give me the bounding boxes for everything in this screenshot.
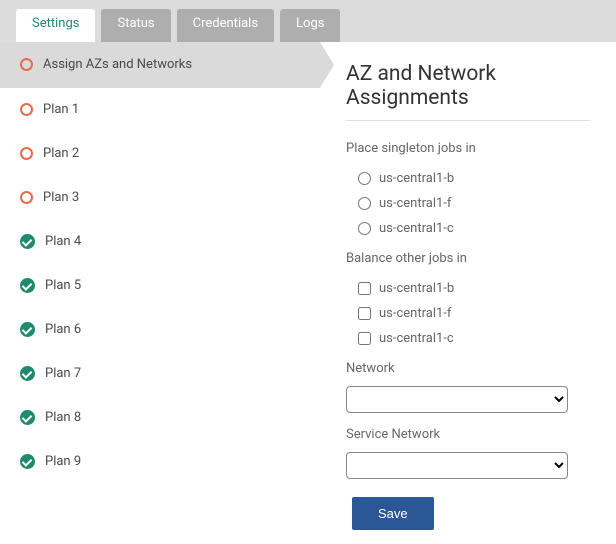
balance-option-label: us-central1-b [379, 281, 454, 296]
sidebar: Assign AZs and Networks Plan 1 Plan 2 Plan … [0, 42, 320, 544]
tab-bar: SettingsStatusCredentialsLogs [0, 0, 616, 42]
check-icon [20, 322, 35, 337]
sidebar-item-label: Plan 4 [45, 234, 81, 249]
balance-option[interactable]: us-central1-b [346, 276, 590, 301]
check-icon [20, 366, 35, 381]
sidebar-item-label: Plan 7 [45, 366, 81, 381]
sidebar-item-label: Plan 6 [45, 322, 81, 337]
singleton-option-label: us-central1-b [379, 171, 454, 186]
circle-icon [20, 58, 33, 71]
sidebar-item-8[interactable]: Plan 8 [0, 396, 320, 440]
network-label: Network [346, 361, 590, 376]
service-network-select[interactable] [346, 452, 568, 479]
sidebar-item-5[interactable]: Plan 5 [0, 264, 320, 308]
check-icon [20, 454, 35, 469]
balance-checkbox[interactable] [358, 332, 371, 345]
singleton-option[interactable]: us-central1-f [346, 191, 590, 216]
singleton-option[interactable]: us-central1-c [346, 216, 590, 241]
network-select[interactable] [346, 386, 568, 413]
sidebar-item-label: Plan 3 [43, 190, 79, 205]
sidebar-item-9[interactable]: Plan 9 [0, 440, 320, 484]
page-title: AZ and Network Assignments [346, 62, 590, 110]
singleton-option-label: us-central1-c [379, 221, 454, 236]
singleton-radio[interactable] [358, 197, 371, 210]
balance-option[interactable]: us-central1-c [346, 326, 590, 351]
sidebar-item-label: Assign AZs and Networks [43, 57, 192, 72]
service-network-label: Service Network [346, 427, 590, 442]
sidebar-item-0[interactable]: Assign AZs and Networks [0, 42, 320, 88]
tab-status[interactable]: Status [101, 9, 170, 42]
balance-checkbox[interactable] [358, 282, 371, 295]
check-icon [20, 410, 35, 425]
save-button[interactable]: Save [352, 497, 434, 530]
sidebar-item-6[interactable]: Plan 6 [0, 308, 320, 352]
sidebar-item-7[interactable]: Plan 7 [0, 352, 320, 396]
divider [346, 120, 590, 121]
tab-logs[interactable]: Logs [280, 9, 340, 42]
singleton-radio[interactable] [358, 172, 371, 185]
check-icon [20, 234, 35, 249]
sidebar-item-label: Plan 9 [45, 454, 81, 469]
balance-option-label: us-central1-f [379, 306, 451, 321]
sidebar-item-label: Plan 1 [43, 102, 79, 117]
sidebar-item-1[interactable]: Plan 1 [0, 88, 320, 132]
sidebar-item-4[interactable]: Plan 4 [0, 220, 320, 264]
balance-checkbox[interactable] [358, 307, 371, 320]
singleton-radio[interactable] [358, 222, 371, 235]
balance-label: Balance other jobs in [346, 251, 590, 266]
circle-icon [20, 191, 33, 204]
singleton-label: Place singleton jobs in [346, 141, 590, 156]
circle-icon [20, 147, 33, 160]
balance-option-label: us-central1-c [379, 331, 454, 346]
tab-settings[interactable]: Settings [16, 9, 95, 42]
main-panel: AZ and Network Assignments Place singlet… [320, 42, 616, 544]
tab-credentials[interactable]: Credentials [177, 9, 274, 42]
singleton-option[interactable]: us-central1-b [346, 166, 590, 191]
circle-icon [20, 103, 33, 116]
check-icon [20, 278, 35, 293]
balance-option[interactable]: us-central1-f [346, 301, 590, 326]
sidebar-item-3[interactable]: Plan 3 [0, 176, 320, 220]
sidebar-item-label: Plan 8 [45, 410, 81, 425]
sidebar-item-2[interactable]: Plan 2 [0, 132, 320, 176]
singleton-option-label: us-central1-f [379, 196, 451, 211]
sidebar-item-label: Plan 5 [45, 278, 81, 293]
sidebar-item-label: Plan 2 [43, 146, 79, 161]
